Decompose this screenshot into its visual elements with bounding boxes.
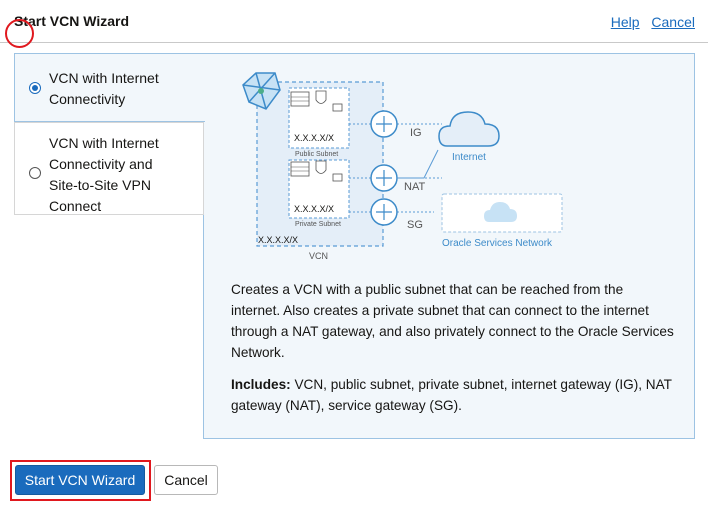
header-links: Help Cancel (603, 14, 695, 30)
sg-gateway-icon (370, 198, 398, 226)
osn-label: Oracle Services Network (442, 238, 553, 249)
option-description: Creates a VCN with a public subnet that … (231, 282, 674, 360)
radio-unselected[interactable] (29, 167, 41, 179)
nat-gateway-icon (370, 164, 398, 192)
sg-label: SG (407, 219, 423, 231)
option-label: VCN with Internet Connectivity and Site-… (49, 135, 159, 214)
vcn-diagram: X.X.X.X/X Public Subnet X.X.X.X/X Privat… (242, 72, 563, 261)
nat-label: NAT (404, 181, 425, 193)
vcn-cidr: X.X.X.X/X (258, 235, 298, 245)
help-link[interactable]: Help (611, 14, 640, 30)
button-highlight-annotation (10, 460, 151, 501)
radio-highlight-annotation (5, 19, 34, 48)
option-includes: Includes: VCN, public subnet, private su… (231, 377, 672, 413)
internet-cloud-icon (438, 111, 500, 147)
cancel-link[interactable]: Cancel (651, 14, 695, 30)
option-label: VCN with Internet Connectivity (49, 70, 159, 107)
public-subnet-cidr: X.X.X.X/X (294, 133, 334, 143)
private-subnet-cidr: X.X.X.X/X (294, 204, 334, 214)
public-subnet-label: Public Subnet (295, 151, 338, 158)
internet-label: Internet (452, 152, 486, 163)
radio-selected[interactable] (29, 82, 41, 94)
ig-gateway-icon (370, 110, 398, 138)
vcn-label: VCN (309, 251, 328, 261)
option-vcn-vpn[interactable]: VCN with Internet Connectivity and Site-… (14, 122, 204, 215)
dialog-header: Start VCN Wizard Help Cancel (0, 0, 708, 43)
private-subnet-label: Private Subnet (295, 221, 341, 228)
cancel-button[interactable]: Cancel (154, 465, 218, 495)
option-vcn-internet[interactable]: VCN with Internet Connectivity (14, 53, 205, 122)
ig-label: IG (410, 127, 422, 139)
